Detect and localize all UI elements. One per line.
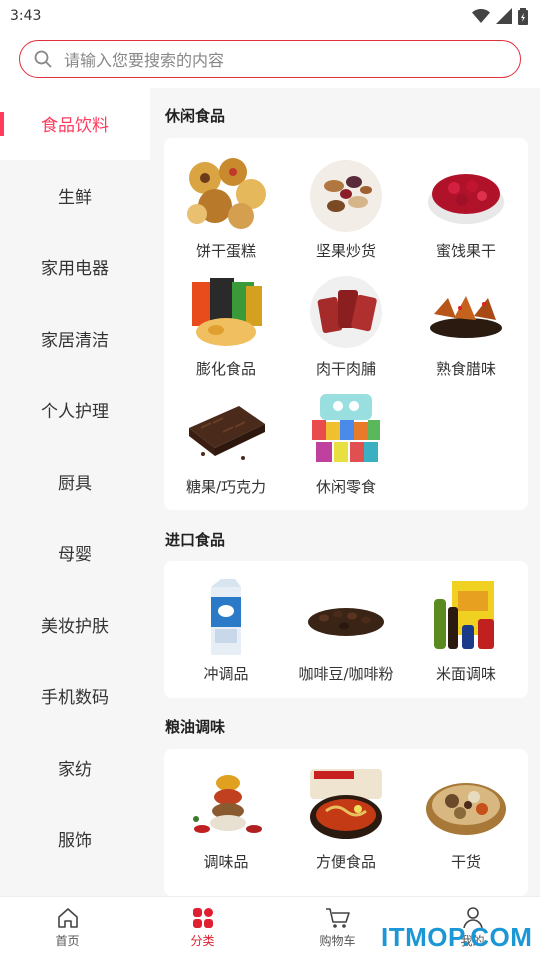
- product-label: 饼干蛋糕: [195, 242, 256, 260]
- category-content: 休闲食品 饼干蛋糕 坚果炒货 蜜饯果干 膨化食品 肉干肉脯 熟食腊味 糖果/巧克…: [150, 88, 540, 896]
- section-card: 饼干蛋糕 坚果炒货 蜜饯果干 膨化食品 肉干肉脯 熟食腊味 糖果/巧克力 休闲零…: [164, 138, 528, 510]
- product-item[interactable]: 饼干蛋糕: [166, 154, 286, 261]
- product-item[interactable]: 调味品: [166, 765, 286, 872]
- product-item[interactable]: 咖啡豆/咖啡粉: [286, 577, 406, 684]
- sidebar-item-digital[interactable]: 手机数码: [0, 660, 150, 732]
- tab-category[interactable]: 分类: [135, 897, 270, 960]
- search-icon: [34, 50, 52, 68]
- product-item[interactable]: 冲调品: [166, 577, 286, 684]
- product-label: 咖啡豆/咖啡粉: [298, 665, 394, 683]
- product-item[interactable]: 蜜饯果干: [406, 154, 526, 261]
- sidebar-item-label: 美妆护肤: [41, 616, 109, 637]
- product-label: 米面调味: [435, 665, 496, 683]
- product-item[interactable]: 肉干肉脯: [286, 272, 406, 379]
- tab-label: 分类: [190, 934, 215, 948]
- product-label: 蜜饯果干: [435, 242, 496, 260]
- sidebar-item-appliances[interactable]: 家用电器: [0, 231, 150, 303]
- sidebar-item-label: 母婴: [58, 545, 92, 566]
- search-bar[interactable]: 请输入您要搜索的内容: [19, 40, 521, 78]
- watermark: ITMOP.COM: [381, 922, 533, 952]
- section-title: 进口食品: [165, 531, 226, 549]
- battery-icon: [518, 7, 528, 25]
- seasoning-image: [181, 765, 271, 845]
- product-label: 干货: [450, 853, 481, 871]
- product-item[interactable]: 休闲零食: [286, 390, 406, 497]
- cured-meat-image: [421, 272, 511, 352]
- sidebar-item-label: 家用电器: [41, 259, 109, 280]
- product-item[interactable]: 方便食品: [286, 765, 406, 872]
- product-label: 方便食品: [315, 853, 376, 871]
- section-card: 调味品 方便食品 干货: [164, 749, 528, 896]
- sidebar-item-label: 手机数码: [41, 688, 109, 709]
- puffed-food-image: [181, 272, 271, 352]
- product-label: 休闲零食: [315, 478, 376, 496]
- rice-noodles-image: [421, 577, 511, 657]
- sidebar-item-label: 生鲜: [58, 187, 92, 208]
- sidebar-item-label: 食品饮料: [41, 116, 109, 137]
- product-label: 熟食腊味: [435, 360, 496, 378]
- status-bar: 3:43: [0, 0, 540, 32]
- sidebar-item-label: 个人护理: [41, 402, 109, 423]
- dried-goods-image: [421, 765, 511, 845]
- section-title: 粮油调味: [165, 718, 226, 736]
- section-card: 冲调品 咖啡豆/咖啡粉 米面调味: [164, 561, 528, 698]
- coffee-beans-image: [301, 577, 391, 657]
- jerky-image: [301, 272, 391, 352]
- product-label: 调味品: [203, 853, 249, 871]
- nuts-image: [301, 154, 391, 234]
- product-label: 糖果/巧克力: [185, 478, 267, 496]
- sidebar-item-beauty[interactable]: 美妆护肤: [0, 589, 150, 661]
- wifi-icon: [472, 9, 490, 23]
- signal-icon: [496, 8, 512, 24]
- product-label: 肉干肉脯: [315, 360, 376, 378]
- product-item[interactable]: 干货: [406, 765, 526, 872]
- product-item[interactable]: 米面调味: [406, 577, 526, 684]
- sidebar-item-label: 厨具: [58, 473, 92, 494]
- sidebar-item-fresh[interactable]: 生鲜: [0, 160, 150, 232]
- sidebar-item-label: 服饰: [58, 831, 92, 852]
- sidebar-item-personal-care[interactable]: 个人护理: [0, 374, 150, 446]
- category-sidebar: 食品饮料 生鲜 家用电器 家居清洁 个人护理 厨具 母婴 美妆护肤 手机数码 家…: [0, 88, 150, 896]
- product-label: 膨化食品: [195, 360, 256, 378]
- product-label: 坚果炒货: [315, 242, 376, 260]
- search-placeholder: 请输入您要搜索的内容: [64, 51, 225, 70]
- product-item[interactable]: 糖果/巧克力: [166, 390, 286, 497]
- tab-label: 购物车: [319, 934, 356, 948]
- cart-icon: [325, 908, 350, 928]
- dried-fruit-image: [421, 154, 511, 234]
- product-item[interactable]: 熟食腊味: [406, 272, 526, 379]
- tab-label: 首页: [55, 934, 80, 948]
- tab-home[interactable]: 首页: [0, 897, 135, 960]
- chocolate-image: [181, 390, 271, 470]
- snacks-image: [301, 390, 391, 470]
- product-item[interactable]: 膨化食品: [166, 272, 286, 379]
- sidebar-item-kitchenware[interactable]: 厨具: [0, 446, 150, 518]
- home-icon: [57, 908, 78, 928]
- cookies-image: [181, 154, 271, 234]
- sidebar-item-food-drinks[interactable]: 食品饮料: [0, 88, 150, 160]
- drink-mix-image: [181, 577, 271, 657]
- sidebar-item-label: 家纺: [58, 759, 92, 780]
- product-item[interactable]: 坚果炒货: [286, 154, 406, 261]
- clock: 3:43: [10, 8, 42, 24]
- sidebar-item-cleaning[interactable]: 家居清洁: [0, 303, 150, 375]
- sidebar-item-baby[interactable]: 母婴: [0, 517, 150, 589]
- instant-noodles-image: [301, 765, 391, 845]
- sidebar-item-label: 家居清洁: [41, 330, 109, 351]
- section-title: 休闲食品: [165, 107, 226, 125]
- sidebar-item-textiles[interactable]: 家纺: [0, 732, 150, 804]
- sidebar-item-apparel[interactable]: 服饰: [0, 803, 150, 875]
- product-label: 冲调品: [203, 665, 249, 683]
- category-icon: [192, 908, 213, 928]
